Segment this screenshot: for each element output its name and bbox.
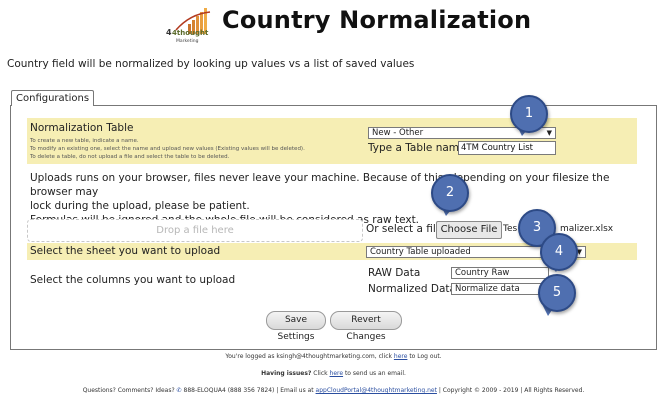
callout-2: 2	[431, 174, 469, 212]
callout-5: 5	[538, 274, 576, 312]
footer-issues-line: Having issues? Click here to send us an …	[261, 370, 406, 377]
tab-configurations[interactable]: Configurations	[11, 90, 95, 106]
callout-1: 1	[510, 95, 548, 133]
phone-icon: ✆	[176, 387, 182, 394]
email-support-link[interactable]: here	[330, 370, 344, 377]
callout-4: 4	[540, 233, 578, 271]
footer-login-line: You're logged as ksingh@4thoughtmarketin…	[225, 353, 442, 360]
logout-link[interactable]: here	[394, 353, 408, 360]
callout-pointers	[440, 124, 562, 316]
support-email-link[interactable]: appCloudPortal@4thoughtmarketing.net	[316, 387, 437, 394]
footer-contact-line: Questions? Comments? Ideas? ✆ 888-ELOQUA…	[82, 387, 585, 394]
